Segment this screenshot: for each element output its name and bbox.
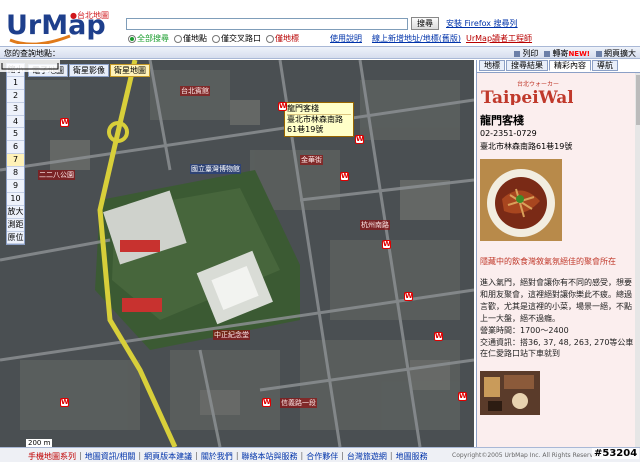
help-link[interactable]: 使用說明 — [330, 33, 362, 44]
footer-links: 手機地圖系列 | 地圖資訊/相關 | 網頁版本建議 | 關於我們 | 聯絡本站與服務 | … — [28, 451, 428, 462]
map-label: 國立臺灣博物館 — [190, 164, 241, 174]
measure-distance-button[interactable]: 測距 — [7, 219, 24, 232]
interior-photo — [480, 371, 540, 415]
landmark-pin[interactable]: W — [355, 135, 364, 144]
map-label: 金華街 — [300, 155, 323, 165]
map-label: 台北賓館 — [180, 86, 210, 96]
zoom-level-6[interactable]: 6 — [7, 141, 24, 155]
footer: 手機地圖系列 | 地圖資訊/相關 | 網頁版本建議 | 關於我們 | 聯絡本站與服務 | … — [0, 447, 640, 462]
footer-link[interactable]: 聯絡本站與服務 — [242, 451, 298, 462]
new-badge: NEW! — [568, 50, 590, 58]
zoom-level-8[interactable]: 8 — [7, 167, 24, 181]
landmark-pin[interactable]: W — [434, 332, 443, 341]
map-label: 杭州南路 — [360, 220, 390, 230]
map-label: 二二八公園 — [38, 170, 75, 180]
svg-text:台北ウォーカー: 台北ウォーカー — [517, 80, 559, 88]
taipei-walker-logo: 台北ウォーカー TaipeiWalker — [481, 80, 573, 105]
tab-satellite-map[interactable]: 衛星地圖 — [110, 64, 150, 77]
search-button[interactable]: 搜尋 — [411, 17, 439, 30]
radio-search-intersections[interactable]: 僅交叉路口 — [212, 33, 261, 44]
footer-link[interactable]: 台灣旅遊網 — [347, 451, 387, 462]
footer-link[interactable]: 關於我們 — [201, 451, 233, 462]
reset-position-button[interactable]: 原位 — [7, 232, 24, 245]
map-label: 中正紀念堂 — [213, 330, 250, 340]
query-toolbar: 您的查詢地點： 列印 轉寄NEW! 網頁擴大 — [0, 46, 640, 59]
print-icon — [514, 50, 521, 57]
header: UrMap ●台北地圖 搜尋 安裝 Firefox 搜尋列 全部搜尋 僅地點 僅… — [0, 0, 640, 46]
landmark-pin[interactable]: W — [340, 172, 349, 181]
food-photo — [480, 159, 562, 241]
expand-icon — [596, 50, 602, 57]
landmark-pin[interactable]: W — [262, 398, 271, 407]
satellite-map[interactable]: 電子地圖 衛星影像 衛星地圖 縮小 1 2 3 4 5 6 7 8 9 10 放… — [0, 60, 474, 447]
mail-icon — [544, 50, 551, 57]
landmark-pin[interactable]: W — [458, 392, 467, 401]
footer-link[interactable]: 地圖服務 — [396, 451, 428, 462]
zoom-level-9[interactable]: 9 — [7, 180, 24, 193]
featured-content-body: 台北ウォーカー TaipeiWalker 龍門客棧 02-2351-0729 臺… — [477, 72, 640, 447]
satellite-imagery — [0, 60, 474, 447]
landmark-pin[interactable]: W — [404, 292, 413, 301]
opening-hours: 營業時間：1700～2400 — [480, 326, 569, 335]
search-scope-radios: 全部搜尋 僅地點 僅交叉路口 僅地標 — [128, 33, 299, 44]
reader-engineer-link[interactable]: UrMap讀者工程師 — [466, 33, 532, 44]
zoom-level-1[interactable]: 1 — [7, 77, 24, 90]
transport-info: 交通資訊：搭36, 37, 48, 263, 270等公車在仁愛路口站下車就到 — [480, 338, 634, 358]
side-panel-scrollbar[interactable] — [635, 73, 640, 447]
toolbar-actions: 列印 轉寄NEW! 網頁擴大 — [514, 48, 636, 59]
map-scale-bar — [0, 60, 60, 72]
scale-label: 200 m — [26, 439, 53, 447]
svg-text:TaipeiWalker: TaipeiWalker — [481, 88, 573, 105]
print-button[interactable]: 列印 — [514, 48, 538, 59]
landmark-pin[interactable]: W — [60, 398, 69, 407]
tab-search-results[interactable]: 搜尋結果 — [506, 60, 548, 71]
zoom-level-2[interactable]: 2 — [7, 90, 24, 103]
zoom-level-4[interactable]: 4 — [7, 116, 24, 129]
footer-link[interactable]: 地圖資訊/相關 — [85, 451, 136, 462]
share-button[interactable]: 轉寄NEW! — [544, 48, 590, 59]
query-location-label: 您的查詢地點： — [4, 49, 60, 58]
tab-featured-content[interactable]: 精彩內容 — [549, 60, 591, 71]
copyright-notice: Copyright©2005 UrbMap Inc. All Rights Re… — [452, 452, 603, 459]
landmark-pin[interactable]: W — [382, 240, 391, 249]
radio-search-places[interactable]: 僅地點 — [174, 33, 207, 44]
image-watermark: #53204 — [592, 448, 640, 459]
tab-landmarks[interactable]: 地標 — [479, 60, 505, 71]
place-phone: 02-2351-0729 — [480, 129, 537, 138]
zoom-control: 縮小 1 2 3 4 5 6 7 8 9 10 放大 測距 原位 — [6, 63, 25, 246]
tab-satellite-image[interactable]: 衛星影像 — [69, 64, 109, 77]
zoom-level-5[interactable]: 5 — [7, 128, 24, 142]
zoom-level-7[interactable]: 7 — [7, 154, 24, 168]
footer-link[interactable]: 網頁版本建議 — [144, 451, 192, 462]
add-address-link[interactable]: 線上新增地址/地標(舊版) — [372, 33, 461, 44]
landmark-pin[interactable]: W — [60, 118, 69, 127]
expand-page-button[interactable]: 網頁擴大 — [596, 48, 636, 59]
popup-address: 臺北市林森南路61巷19號 — [287, 115, 343, 134]
zoom-level-3[interactable]: 3 — [7, 103, 24, 116]
footer-link[interactable]: 手機地圖系列 — [28, 451, 76, 462]
info-side-panel: 地標 搜尋結果 精彩內容 導航 台北ウォーカー TaipeiWalker 龍門客… — [476, 60, 640, 447]
radio-search-all[interactable]: 全部搜尋 — [128, 33, 169, 44]
side-panel-tabs: 地標 搜尋結果 精彩內容 導航 — [479, 60, 618, 71]
popup-place-name: 龍門客棧 — [287, 104, 351, 115]
search-input[interactable] — [126, 18, 408, 30]
place-name: 龍門客棧 — [480, 114, 524, 127]
zoom-in-button[interactable]: 放大 — [7, 206, 24, 219]
zoom-level-10[interactable]: 10 — [7, 193, 24, 206]
article-description: 進入氣門，絕對會讓你有不同的感受，想要和朋友聚會，這裡絕對讓你樂此不疲。總過言歡… — [480, 278, 632, 323]
install-firefox-searchbar-link[interactable]: 安裝 Firefox 搜尋列 — [446, 18, 518, 29]
tab-navigation[interactable]: 導航 — [592, 60, 618, 71]
page-root: UrMap ●台北地圖 搜尋 安裝 Firefox 搜尋列 全部搜尋 僅地點 僅… — [0, 0, 640, 462]
landmark-pin[interactable]: W — [278, 102, 287, 111]
urmap-logo[interactable]: UrMap ●台北地圖 — [4, 6, 122, 44]
radio-search-landmarks[interactable]: 僅地標 — [266, 33, 299, 44]
logo-subtitle: ●台北地圖 — [70, 10, 109, 20]
place-address: 臺北市林森南路61巷19號 — [480, 142, 573, 151]
map-label: 信義路一段 — [280, 398, 317, 408]
article-headline: 隱藏中的飲食灣敘氣氛絕佳的聚會所在 — [480, 257, 616, 266]
footer-link[interactable]: 合作夥伴 — [306, 451, 338, 462]
location-popup[interactable]: 龍門客棧 臺北市林森南路61巷19號 — [284, 102, 354, 137]
